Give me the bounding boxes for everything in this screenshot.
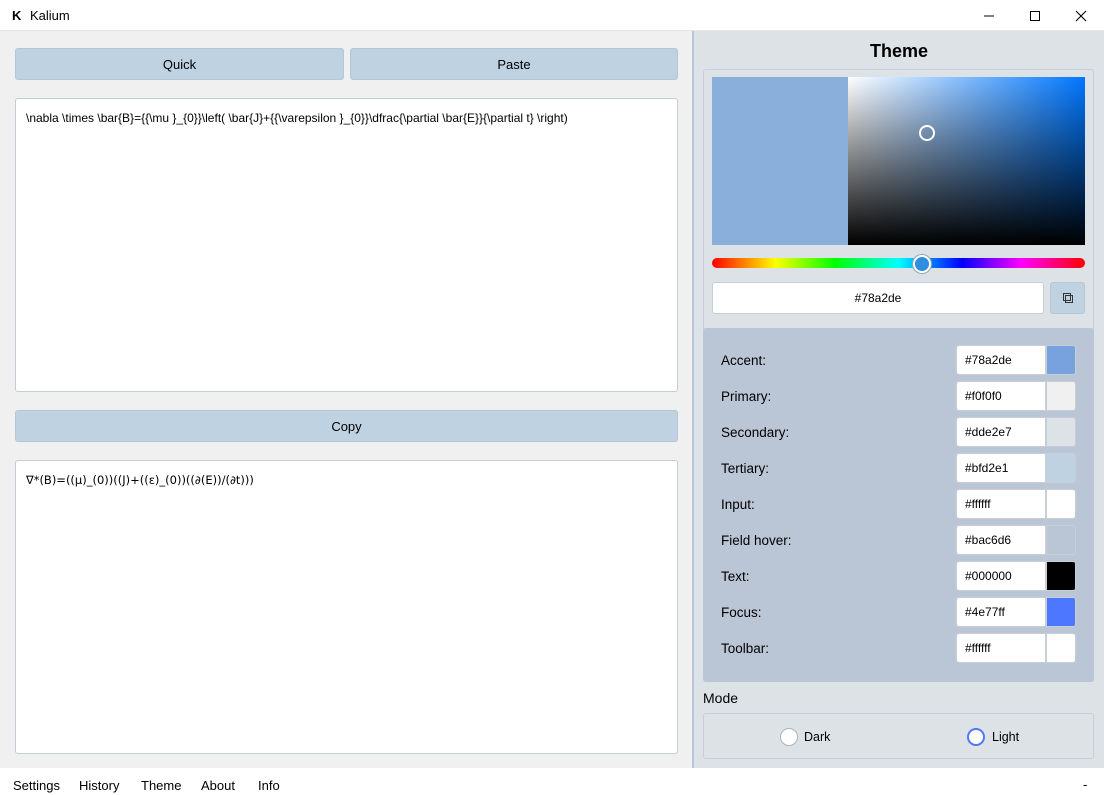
copy-button[interactable]: Copy [15,410,678,442]
color-swatch[interactable] [1046,525,1076,555]
nav-history[interactable]: History [79,778,119,793]
color-row: Secondary: #dde2e7 [703,417,1094,447]
color-row: Focus: #4e77ff [703,597,1094,627]
output-text: ∇*(B)=((μ)_(0))((J)+((ε)_(0))((∂(E))/(∂t… [26,473,254,487]
theme-title: Theme [869,41,929,61]
app-logo: K [12,8,22,23]
close-icon [1075,10,1087,21]
color-row: Tertiary: #bfd2e1 [703,453,1094,483]
copy-icon [1062,293,1073,303]
color-swatch[interactable] [1046,561,1076,591]
color-hex-input[interactable]: #4e77ff [956,597,1046,627]
mode-selector: Dark Light [703,713,1094,759]
color-hex-input[interactable]: #dde2e7 [956,417,1046,447]
maximize-icon [1030,10,1040,21]
nav-trailing-dash: - [1083,777,1088,792]
paste-button[interactable]: Paste [350,48,678,80]
color-row: Field hover: #bac6d6 [703,525,1094,555]
quick-button[interactable]: Quick [15,48,344,80]
window-title: Kalium [30,8,70,23]
nav-theme[interactable]: Theme [141,778,181,793]
light-mode-label[interactable]: Light [992,730,1019,744]
output-field[interactable]: ∇*(B)=((μ)_(0))((J)+((ε)_(0))((∂(E))/(∂t… [15,460,678,754]
color-hex-input[interactable]: #f0f0f0 [956,381,1046,411]
color-label: Secondary: [721,425,790,440]
color-label: Focus: [721,605,762,620]
color-label: Accent: [721,353,767,368]
saturation-value-area[interactable] [848,77,1085,245]
nav-settings[interactable]: Settings [13,778,60,793]
color-picker: #78a2de [703,69,1094,352]
theme-panel: Theme #78a2de Accent: #78a2de Primary: #f0f… [694,31,1104,768]
close-button[interactable] [1058,0,1104,31]
color-swatch[interactable] [1046,381,1076,411]
color-hex-input[interactable]: #bac6d6 [956,525,1046,555]
minimize-button[interactable] [966,0,1012,31]
color-label: Tertiary: [721,461,770,476]
color-row: Accent: #78a2de [703,345,1094,375]
color-label: Text: [721,569,750,584]
color-row: Toolbar: #ffffff [703,633,1094,663]
latex-input[interactable]: \nabla \times \bar{B}={{\mu }_{0}}\left(… [15,98,678,392]
hex-input[interactable]: #78a2de [712,282,1044,314]
maximize-button[interactable] [1012,0,1058,31]
dark-mode-label[interactable]: Dark [804,730,830,744]
color-swatch[interactable] [1046,417,1076,447]
color-swatch[interactable] [1046,597,1076,627]
saturation-value-handle[interactable] [919,125,935,141]
theme-colors-list: Accent: #78a2de Primary: #f0f0f0 Secondary: #… [703,328,1094,682]
color-label: Primary: [721,389,772,404]
color-label: Field hover: [721,533,792,548]
copy-hex-button[interactable] [1050,282,1085,314]
color-hex-input[interactable]: #ffffff [956,633,1046,663]
hue-slider-handle[interactable] [913,255,931,273]
color-hex-input[interactable]: #000000 [956,561,1046,591]
nav-info[interactable]: Info [258,778,280,793]
color-label: Input: [721,497,755,512]
color-label: Toolbar: [721,641,770,656]
color-row: Input: #ffffff [703,489,1094,519]
hex-input-value: #78a2de [854,291,902,305]
mode-label: Mode [703,690,739,706]
color-swatch[interactable] [1046,633,1076,663]
color-hex-input[interactable]: #78a2de [956,345,1046,375]
color-row: Text: #000000 [703,561,1094,591]
light-mode-radio[interactable] [967,728,985,746]
color-swatch[interactable] [1046,453,1076,483]
color-row: Primary: #f0f0f0 [703,381,1094,411]
color-hex-input[interactable]: #ffffff [956,489,1046,519]
color-swatch[interactable] [1046,345,1076,375]
title-bar: K Kalium [0,0,1104,31]
bottom-nav: Settings History Theme About Info - [0,768,1104,795]
dark-mode-radio[interactable] [780,728,798,746]
color-hex-input[interactable]: #bfd2e1 [956,453,1046,483]
minimize-icon [984,15,994,16]
hue-slider[interactable] [712,258,1085,268]
nav-about[interactable]: About [201,778,235,793]
current-color-preview [712,77,848,245]
color-swatch[interactable] [1046,489,1076,519]
latex-input-text: \nabla \times \bar{B}={{\mu }_{0}}\left(… [26,111,568,125]
